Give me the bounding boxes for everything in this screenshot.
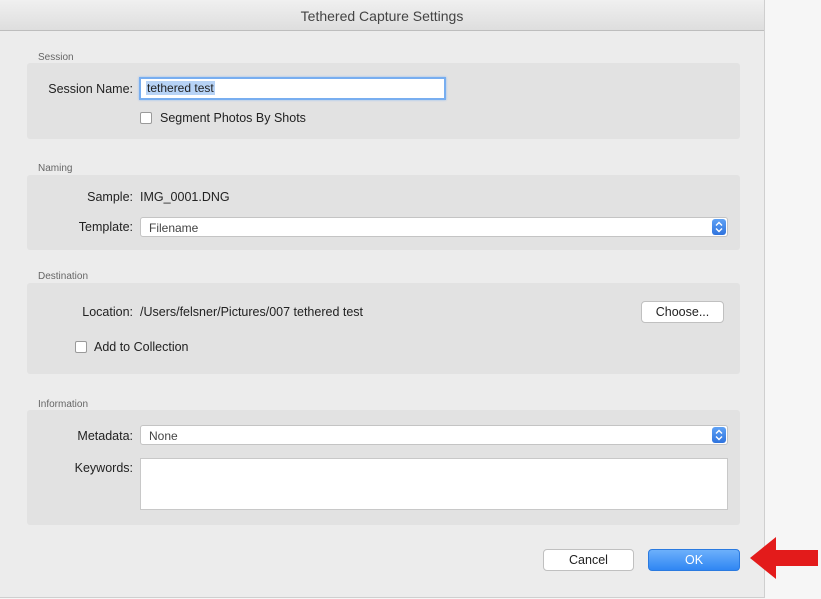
destination-group: Location: /Users/felsner/Pictures/007 te… xyxy=(27,283,740,374)
add-to-collection-label: Add to Collection xyxy=(94,340,189,354)
keywords-textarea[interactable] xyxy=(140,458,728,510)
add-to-collection-checkbox[interactable] xyxy=(75,341,87,353)
template-label: Template: xyxy=(78,220,133,234)
section-label-information: Information xyxy=(38,399,89,410)
location-label: Location: xyxy=(82,305,133,319)
segment-photos-label: Segment Photos By Shots xyxy=(160,111,306,125)
window-title: Tethered Capture Settings xyxy=(300,8,464,24)
ok-button[interactable]: OK xyxy=(648,549,740,571)
section-label-naming: Naming xyxy=(38,163,73,174)
section-label-session: Session xyxy=(38,52,74,63)
session-name-label: Session Name: xyxy=(48,82,133,96)
section-label-destination: Destination xyxy=(38,271,89,282)
segment-photos-checkbox[interactable] xyxy=(140,112,152,124)
sample-value: IMG_0001.DNG xyxy=(140,190,230,204)
session-group: Session Name: tethered test Segment Phot… xyxy=(27,63,740,139)
annotation-arrow-icon xyxy=(750,537,818,579)
metadata-select[interactable]: None xyxy=(140,425,728,445)
location-value: /Users/felsner/Pictures/007 tethered tes… xyxy=(140,305,364,319)
sample-label: Sample: xyxy=(87,190,133,204)
select-stepper-icon xyxy=(712,219,726,235)
information-group: Metadata: None Keywords: xyxy=(27,410,740,525)
session-name-input[interactable]: tethered test xyxy=(139,77,446,100)
tethered-capture-dialog: Tethered Capture Settings Session Sessio… xyxy=(0,0,765,598)
session-name-value: tethered test xyxy=(146,81,215,95)
keywords-label: Keywords: xyxy=(74,461,133,475)
cancel-button[interactable]: Cancel xyxy=(543,549,634,571)
metadata-label: Metadata: xyxy=(77,429,133,443)
title-bar[interactable]: Tethered Capture Settings xyxy=(0,0,764,31)
select-stepper-icon xyxy=(712,427,726,443)
template-select[interactable]: Filename xyxy=(140,217,728,237)
choose-button[interactable]: Choose... xyxy=(641,301,724,323)
metadata-select-value: None xyxy=(149,429,178,443)
naming-group: Sample: IMG_0001.DNG Template: Filename xyxy=(27,175,740,250)
template-select-value: Filename xyxy=(149,221,199,235)
